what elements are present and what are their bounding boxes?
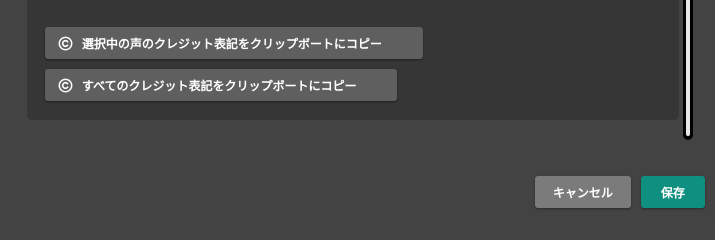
copy-all-credits-label: すべてのクレジット表記をクリップボートにコピー xyxy=(82,78,357,93)
scrollbar-thumb[interactable] xyxy=(686,0,690,136)
copyright-icon xyxy=(58,36,73,50)
copy-selected-credit-label: 選択中の声のクレジット表記をクリップボートにコピー xyxy=(82,36,383,51)
credits-panel: 選択中の声のクレジット表記をクリップボートにコピー すべてのクレジット表記をクリ… xyxy=(27,0,679,120)
dialog-root: 選択中の声のクレジット表記をクリップボートにコピー すべてのクレジット表記をクリ… xyxy=(0,0,715,219)
save-button-label: 保存 xyxy=(660,185,685,200)
cancel-button[interactable]: キャンセル xyxy=(535,176,631,208)
scrollbar[interactable] xyxy=(683,0,693,140)
copyright-icon xyxy=(58,78,73,92)
save-button[interactable]: 保存 xyxy=(641,176,705,208)
copy-all-credits-button[interactable]: すべてのクレジット表記をクリップボートにコピー xyxy=(45,69,397,101)
copy-selected-credit-button[interactable]: 選択中の声のクレジット表記をクリップボートにコピー xyxy=(45,27,423,59)
cancel-button-label: キャンセル xyxy=(552,185,613,200)
